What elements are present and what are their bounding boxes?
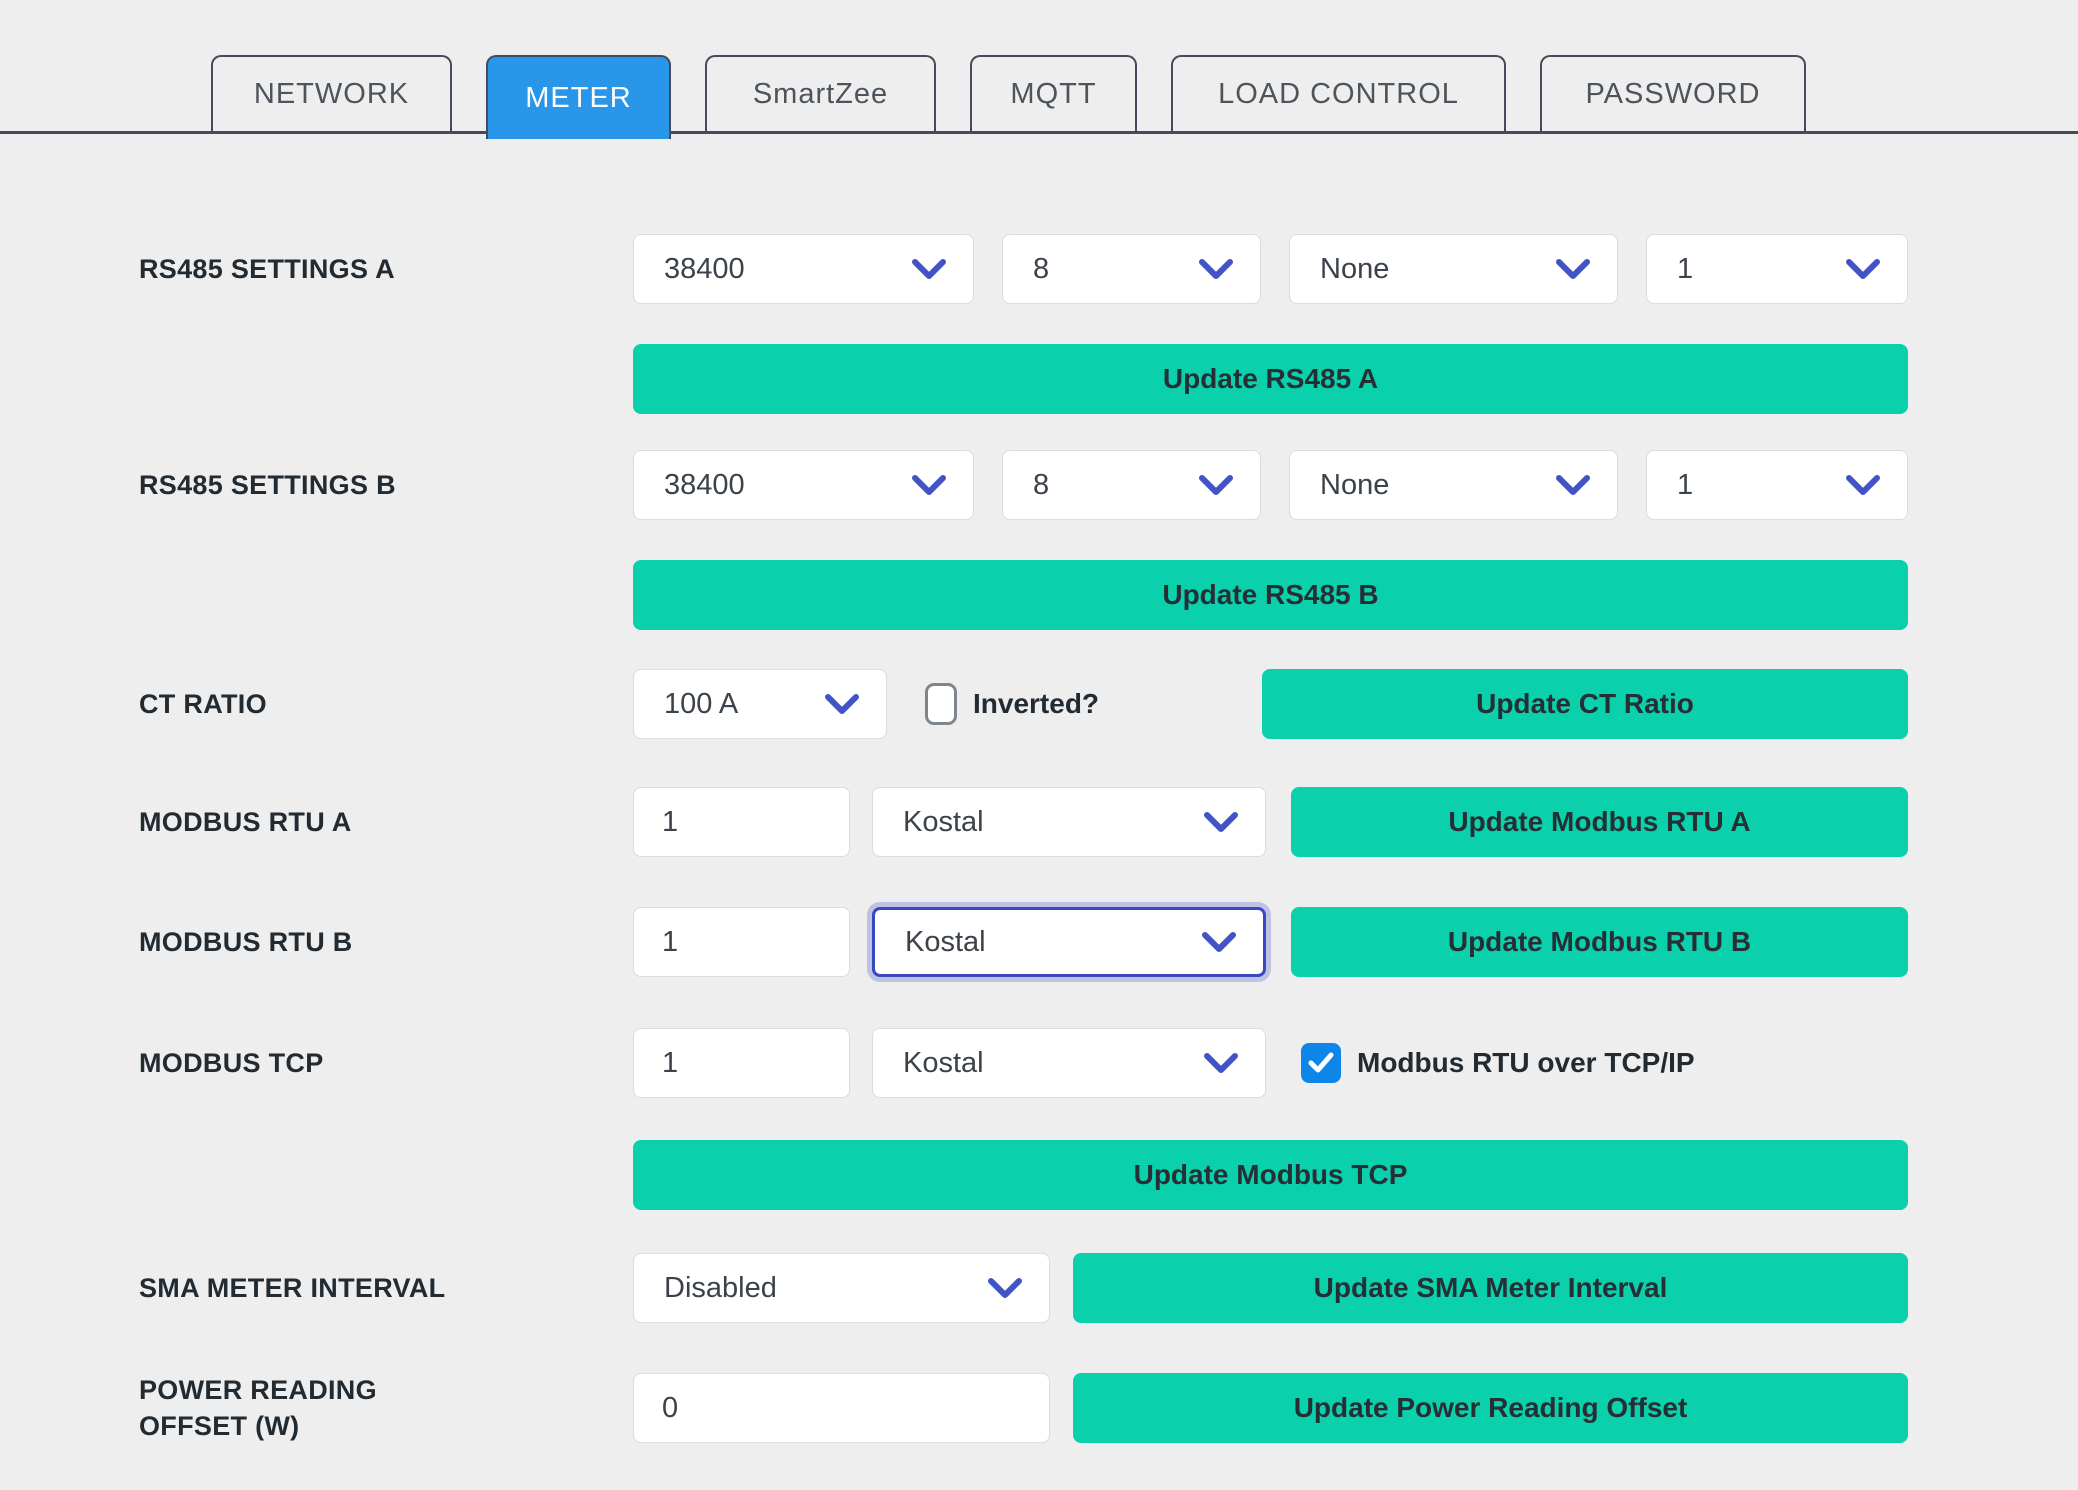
rs485-a-label: RS485 SETTINGS A <box>139 251 633 287</box>
rs485-b-label: RS485 SETTINGS B <box>139 467 633 503</box>
rs485-b-row: RS485 SETTINGS B 38400 8 None 1 <box>139 450 1908 520</box>
modbus-rtu-a-device-value: Kostal <box>903 806 984 839</box>
modbus-rtu-over-tcpip-checkbox[interactable] <box>1301 1043 1341 1083</box>
settings-tabbar: NETWORK METER SmartZee MQTT LOAD CONTROL… <box>0 0 2078 134</box>
chevron-down-icon <box>1203 1052 1239 1074</box>
chevron-down-icon <box>1845 474 1881 496</box>
power-reading-offset-input[interactable] <box>633 1373 1050 1443</box>
tab-smartzee[interactable]: SmartZee <box>705 55 936 131</box>
chevron-down-icon <box>1203 811 1239 833</box>
modbus-rtu-over-tcpip-label: Modbus RTU over TCP/IP <box>1357 1047 1695 1079</box>
ct-ratio-label: CT RATIO <box>139 686 633 722</box>
rs485-a-parity-value: None <box>1320 253 1389 286</box>
chevron-down-icon <box>1555 258 1591 280</box>
rs485-b-stopbits-select[interactable]: 1 <box>1646 450 1908 520</box>
update-modbus-rtu-b-button[interactable]: Update Modbus RTU B <box>1291 907 1908 977</box>
check-icon <box>1308 1052 1334 1074</box>
sma-meter-interval-label: SMA METER INTERVAL <box>139 1270 633 1306</box>
rs485-a-stopbits-select[interactable]: 1 <box>1646 234 1908 304</box>
rs485-a-databits-select[interactable]: 8 <box>1002 234 1261 304</box>
rs485-b-stopbits-value: 1 <box>1677 469 1693 502</box>
ct-ratio-row: CT RATIO 100 A Inverted? Update CT Ratio <box>139 669 1908 739</box>
tab-password[interactable]: PASSWORD <box>1540 55 1806 131</box>
modbus-rtu-b-device-select[interactable]: Kostal <box>872 907 1266 977</box>
modbus-rtu-a-row: MODBUS RTU A Kostal Update Modbus RTU A <box>139 787 1908 857</box>
rs485-b-baud-value: 38400 <box>664 469 745 502</box>
chevron-down-icon <box>987 1277 1023 1299</box>
modbus-rtu-a-device-select[interactable]: Kostal <box>872 787 1266 857</box>
update-rs485-b-button[interactable]: Update RS485 B <box>633 560 1908 630</box>
rs485-b-baud-select[interactable]: 38400 <box>633 450 974 520</box>
modbus-tcp-label: MODBUS TCP <box>139 1045 633 1081</box>
chevron-down-icon <box>824 693 860 715</box>
chevron-down-icon <box>1845 258 1881 280</box>
rs485-a-parity-select[interactable]: None <box>1289 234 1618 304</box>
modbus-tcp-device-value: Kostal <box>903 1047 984 1080</box>
rs485-a-button-row: Update RS485 A <box>139 344 1908 414</box>
modbus-tcp-address-input[interactable] <box>633 1028 850 1098</box>
modbus-rtu-a-label: MODBUS RTU A <box>139 804 633 840</box>
rs485-a-baud-value: 38400 <box>664 253 745 286</box>
rs485-b-databits-select[interactable]: 8 <box>1002 450 1261 520</box>
rs485-a-stopbits-value: 1 <box>1677 253 1693 286</box>
rs485-b-parity-select[interactable]: None <box>1289 450 1618 520</box>
modbus-rtu-b-device-value: Kostal <box>905 926 986 959</box>
ct-ratio-select[interactable]: 100 A <box>633 669 887 739</box>
ct-ratio-value: 100 A <box>664 688 738 721</box>
inverted-checkbox-label: Inverted? <box>973 688 1099 720</box>
rs485-b-button-row: Update RS485 B <box>139 560 1908 630</box>
power-reading-offset-label: POWER READING OFFSET (W) <box>139 1372 633 1445</box>
update-modbus-tcp-button[interactable]: Update Modbus TCP <box>633 1140 1908 1210</box>
inverted-checkbox[interactable] <box>925 683 957 725</box>
sma-meter-interval-row: SMA METER INTERVAL Disabled Update SMA M… <box>139 1253 1908 1323</box>
meter-settings-page: NETWORK METER SmartZee MQTT LOAD CONTROL… <box>0 0 2078 1490</box>
tab-mqtt[interactable]: MQTT <box>970 55 1137 131</box>
update-ct-ratio-button[interactable]: Update CT Ratio <box>1262 669 1908 739</box>
rs485-a-databits-value: 8 <box>1033 253 1049 286</box>
modbus-rtu-b-label: MODBUS RTU B <box>139 924 633 960</box>
chevron-down-icon <box>1198 258 1234 280</box>
meter-settings-form: RS485 SETTINGS A 38400 8 None 1 <box>0 134 2078 1445</box>
chevron-down-icon <box>1555 474 1591 496</box>
tab-meter[interactable]: METER <box>486 55 671 139</box>
chevron-down-icon <box>1198 474 1234 496</box>
chevron-down-icon <box>911 474 947 496</box>
update-rs485-a-button[interactable]: Update RS485 A <box>633 344 1908 414</box>
tab-load-control[interactable]: LOAD CONTROL <box>1171 55 1506 131</box>
sma-meter-interval-select[interactable]: Disabled <box>633 1253 1050 1323</box>
chevron-down-icon <box>911 258 947 280</box>
modbus-tcp-button-row: Update Modbus TCP <box>139 1140 1908 1210</box>
rs485-a-baud-select[interactable]: 38400 <box>633 234 974 304</box>
tab-network[interactable]: NETWORK <box>211 55 452 131</box>
update-modbus-rtu-a-button[interactable]: Update Modbus RTU A <box>1291 787 1908 857</box>
update-power-reading-offset-button[interactable]: Update Power Reading Offset <box>1073 1373 1908 1443</box>
rs485-a-row: RS485 SETTINGS A 38400 8 None 1 <box>139 234 1908 304</box>
rs485-b-parity-value: None <box>1320 469 1389 502</box>
power-reading-offset-row: POWER READING OFFSET (W) Update Power Re… <box>139 1372 1908 1445</box>
modbus-rtu-a-address-input[interactable] <box>633 787 850 857</box>
update-sma-meter-interval-button[interactable]: Update SMA Meter Interval <box>1073 1253 1908 1323</box>
modbus-rtu-b-address-input[interactable] <box>633 907 850 977</box>
sma-meter-interval-value: Disabled <box>664 1272 777 1305</box>
modbus-rtu-b-row: MODBUS RTU B Kostal Update Modbus RTU B <box>139 907 1908 977</box>
rs485-b-databits-value: 8 <box>1033 469 1049 502</box>
chevron-down-icon <box>1201 931 1237 953</box>
modbus-tcp-device-select[interactable]: Kostal <box>872 1028 1266 1098</box>
modbus-tcp-row: MODBUS TCP Kostal Modbus RTU over TCP/IP <box>139 1028 1908 1098</box>
